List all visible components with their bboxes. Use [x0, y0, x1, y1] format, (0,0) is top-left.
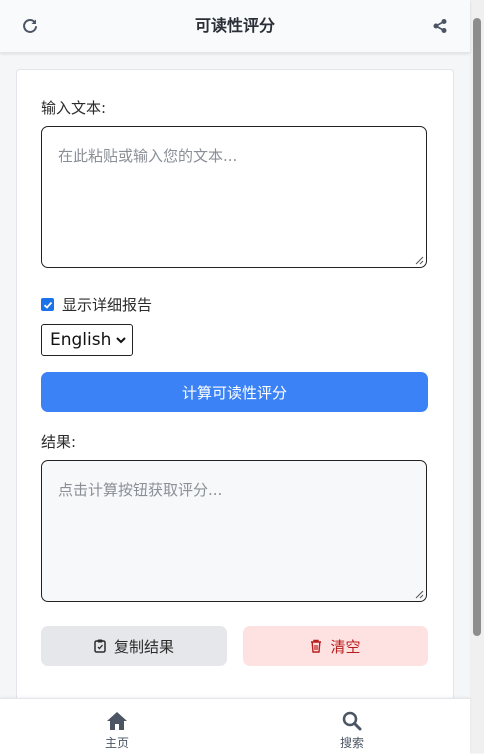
input-label: 输入文本: — [41, 99, 107, 117]
result-placeholder: 点击计算按钮获取评分... — [58, 481, 223, 499]
nav-item-home[interactable]: 主页 — [87, 711, 147, 751]
page-title: 可读性评分 — [194, 16, 275, 35]
trash-icon — [311, 639, 322, 653]
search-icon — [342, 711, 362, 731]
share-button[interactable] — [429, 15, 451, 37]
detailed-report-checkbox[interactable] — [41, 298, 54, 311]
share-icon — [433, 19, 447, 33]
copy-button[interactable]: 复制结果 — [41, 626, 227, 666]
result-label: 结果: — [41, 433, 77, 451]
clear-button-label: 清空 — [330, 637, 361, 656]
nav-item-search-label: 搜索 — [339, 736, 364, 750]
bottom-nav: 主页 搜索 — [0, 698, 470, 754]
language-select[interactable]: English — [41, 324, 133, 356]
resize-handle-icon[interactable] — [415, 590, 424, 599]
result-output[interactable]: 点击计算按钮获取评分... — [41, 460, 427, 602]
language-selected-value: English — [50, 330, 112, 350]
detailed-report-option: 显示详细报告 — [41, 294, 152, 315]
scrollbar[interactable] — [470, 0, 484, 753]
text-input[interactable]: 在此粘贴或输入您的文本... — [41, 126, 427, 268]
calculate-button-label: 计算可读性评分 — [181, 383, 287, 402]
text-input-placeholder: 在此粘贴或输入您的文本... — [58, 147, 238, 165]
detailed-report-label: 显示详细报告 — [62, 296, 153, 314]
nav-item-search[interactable]: 搜索 — [322, 711, 382, 751]
app-header: 可读性评分 — [0, 0, 470, 53]
calculate-button[interactable]: 计算可读性评分 — [41, 372, 428, 412]
resize-handle-icon[interactable] — [415, 256, 424, 265]
nav-item-home-label: 主页 — [104, 736, 129, 750]
chevron-down-icon — [116, 337, 126, 344]
checkmark-icon — [43, 301, 52, 309]
clear-button[interactable]: 清空 — [243, 626, 428, 666]
scrollbar-thumb[interactable] — [473, 18, 481, 636]
home-icon — [107, 712, 127, 730]
clipboard-icon — [94, 639, 106, 653]
copy-button-label: 复制结果 — [113, 637, 174, 656]
